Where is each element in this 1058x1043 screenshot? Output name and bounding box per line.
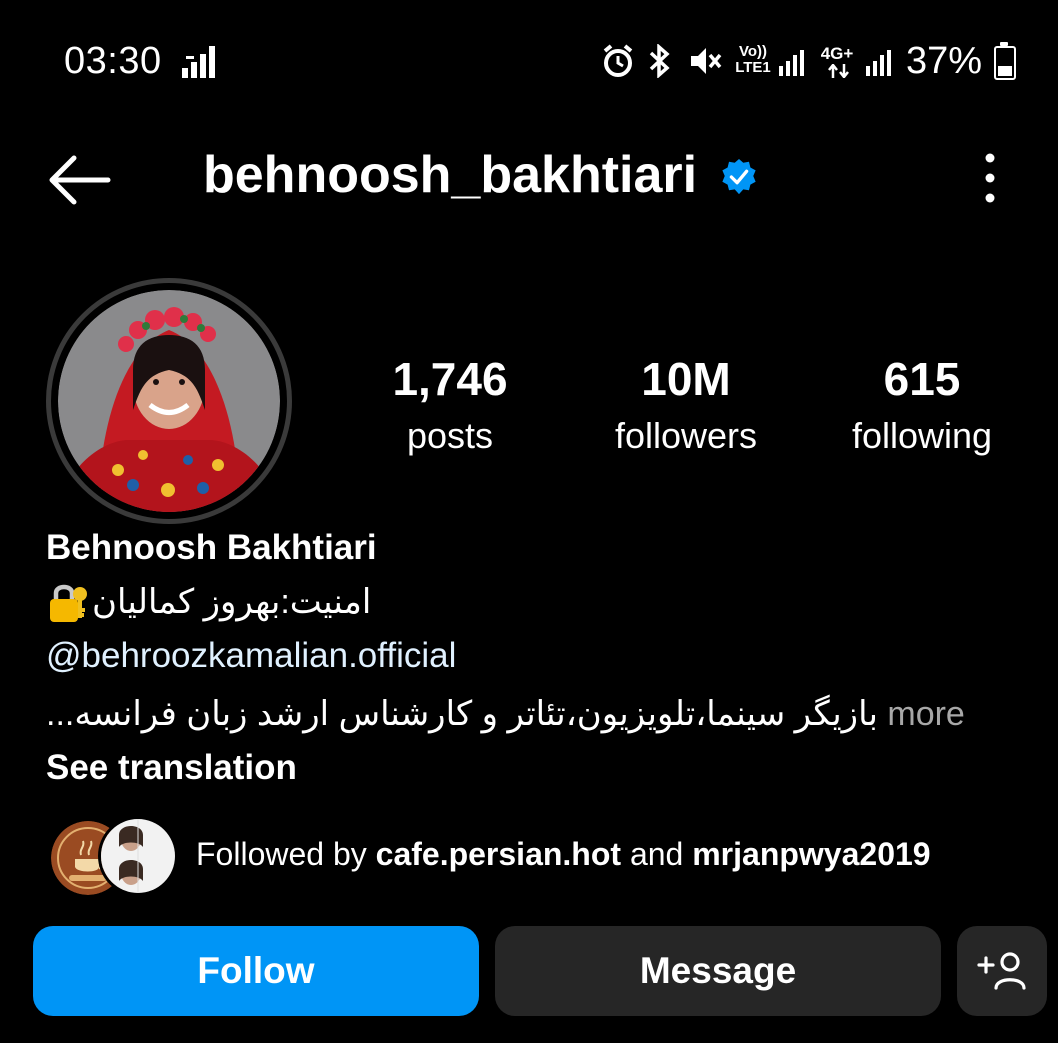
suggested-users-button[interactable] xyxy=(957,926,1047,1016)
lock-key-icon xyxy=(50,584,87,622)
following-count: 615 xyxy=(883,353,961,405)
bluetooth-icon xyxy=(649,44,670,78)
bio-more-link[interactable]: more xyxy=(887,695,964,733)
followed-by-text[interactable]: Followed by cafe.persian.hot and mrjanpw… xyxy=(196,836,931,873)
profile-full-name: Behnoosh Bakhtiari xyxy=(46,528,377,567)
followers-label: followers xyxy=(614,415,758,456)
volte-label: Vo)) LTE1 xyxy=(735,43,771,76)
following-label: following xyxy=(851,415,993,456)
bio-mention-link[interactable]: @behroozkamalian.official xyxy=(46,636,456,676)
follow-button[interactable]: Follow xyxy=(33,926,479,1016)
bio-security-text: امنیت:بهروز کمالیان xyxy=(92,583,372,621)
signal-icon-2 xyxy=(866,50,891,76)
profile-username: behnoosh_bakhtiari xyxy=(203,146,698,204)
followed-by-prefix: Followed by xyxy=(196,836,367,872)
followers-count: 10M xyxy=(641,353,731,405)
status-time: 03:30 xyxy=(64,40,162,82)
data-arrows-icon xyxy=(828,64,849,78)
stat-following[interactable]: 615 following xyxy=(822,356,1022,454)
battery-percent: 37% xyxy=(906,40,983,82)
stat-followers[interactable]: 10M followers xyxy=(586,356,786,454)
verified-badge-icon xyxy=(722,158,756,195)
bio-description-text: بازیگر سینما،تلویزیون،تئاتر و کارشناس ار… xyxy=(46,695,878,733)
profile-avatar[interactable] xyxy=(58,290,280,512)
network-type-label: 4G+ xyxy=(820,44,854,63)
more-options-icon[interactable] xyxy=(976,152,1004,204)
posts-count: 1,746 xyxy=(392,353,508,405)
follow-button-label: Follow xyxy=(197,950,315,991)
posts-label: posts xyxy=(406,415,494,456)
message-button[interactable]: Message xyxy=(495,926,941,1016)
message-button-label: Message xyxy=(639,950,797,991)
bio-description: بازیگر سینما،تلویزیون،تئاتر و کارشناس ار… xyxy=(46,694,965,734)
followed-by-conjunction: and xyxy=(629,836,684,872)
followed-by-user-2[interactable]: mrjanpwya2019 xyxy=(692,836,930,872)
followed-by-user-1[interactable]: cafe.persian.hot xyxy=(376,836,621,872)
battery-icon xyxy=(994,42,1016,80)
signal-icon-1 xyxy=(779,50,804,76)
see-translation-link[interactable]: See translation xyxy=(46,748,297,788)
back-arrow-icon[interactable] xyxy=(44,152,114,208)
bio-line-security: امنیت:بهروز کمالیان xyxy=(46,580,371,624)
signal-icon xyxy=(182,46,215,78)
follower-avatar-mrjan[interactable] xyxy=(98,816,178,896)
add-person-icon xyxy=(977,952,1026,990)
mute-icon xyxy=(691,48,722,74)
alarm-icon xyxy=(603,44,633,77)
stat-posts[interactable]: 1,746 posts xyxy=(360,356,540,454)
